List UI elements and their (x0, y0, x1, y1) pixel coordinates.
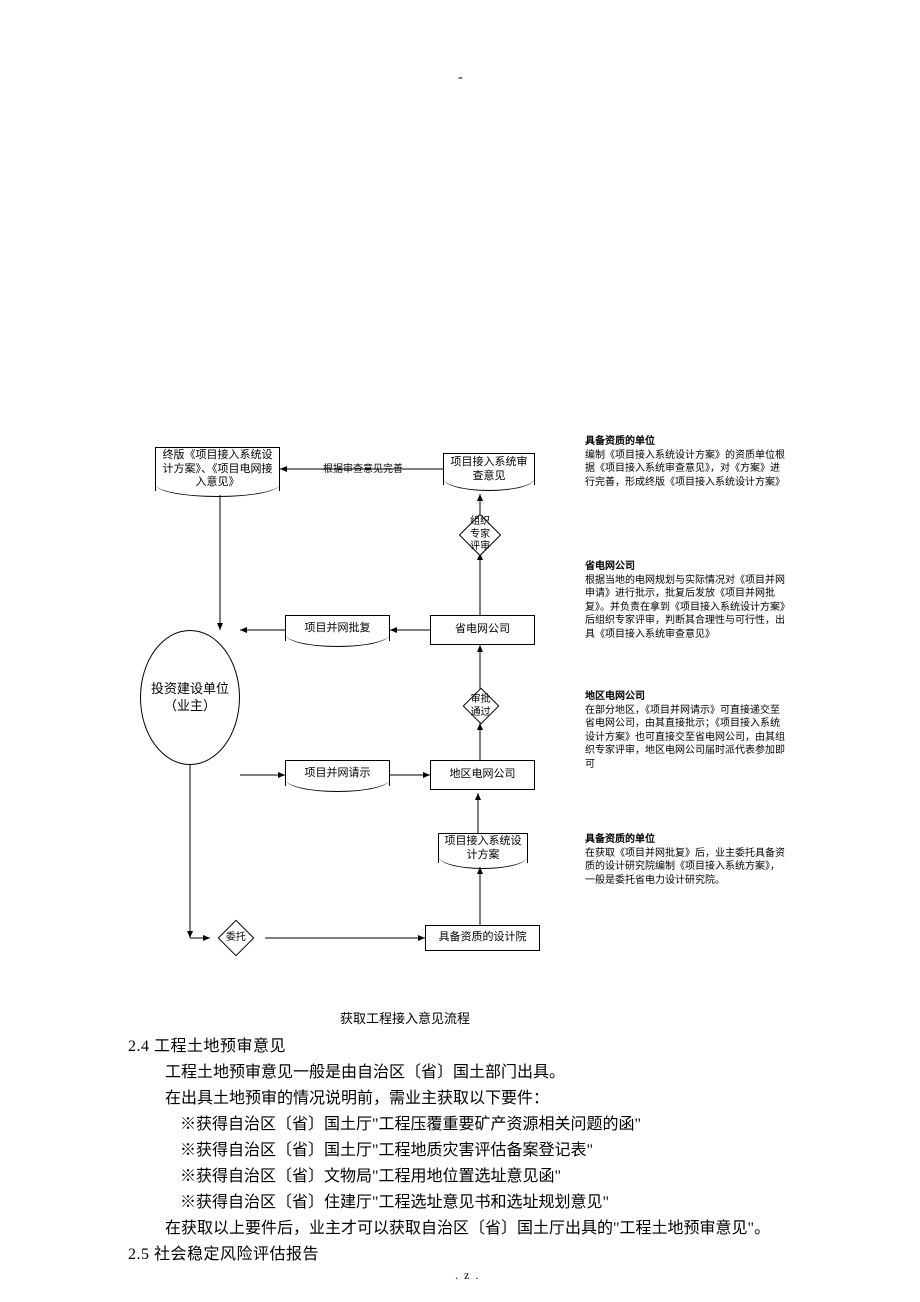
heading-2-5: 2.5 社会稳定风险评估报告 (128, 1242, 319, 1268)
node-approval: 项目并网批复 (285, 615, 390, 641)
annot-2: 省电网公司根据当地的电网规划与实际情况对《项目并网申请》进行批示，批复后发放《项… (585, 560, 785, 641)
label: 具备资质的设计院 (439, 931, 527, 945)
annot-3: 地区电网公司在部分地区，《项目并网请示》可直接递交至省电网公司，由其直接批示；《… (585, 690, 785, 771)
label: 项目接入系统设计方案 (441, 835, 525, 863)
node-review-opinion: 项目接入系统审查意见 (443, 453, 535, 485)
node-final-doc: 终版《项目接入系统设计方案》、《项目电网接入意见》 (155, 447, 280, 491)
label: 组织专家评审 (468, 516, 492, 554)
label: 项目接入系统审查意见 (446, 456, 532, 484)
page: - 终版《项目接入系统设计方案》、《项目电网接入意见》 项目接入系统审查意见 根… (0, 0, 920, 1302)
annot-body: 在获取《项目并网批复》后，业主委托具备资质的设计研究院编制《项目接入系统方案》，… (585, 848, 785, 886)
annot-body: 编制《项目接入系统设计方案》的资质单位根据《项目接入系统审查意见》，对《方案》进… (585, 450, 785, 488)
annot-body: 在部分地区，《项目并网请示》可直接递交至省电网公司，由其直接批示；《项目接入系统… (585, 705, 785, 770)
body-line: ※获得自治区〔省〕国土厅"工程地质灾害评估备案登记表" (180, 1138, 593, 1164)
body-line: 在获取以上要件后，业主才可以获取自治区〔省〕国土厅出具的"工程土地预审意见"。 (165, 1216, 770, 1242)
node-regional: 地区电网公司 (430, 760, 535, 790)
annot-title: 地区电网公司 (585, 690, 785, 704)
node-design-plan: 项目接入系统设计方案 (438, 833, 528, 863)
node-owner: 投资建设单位（业主） (140, 630, 240, 765)
flow-diagram: 终版《项目接入系统设计方案》、《项目电网接入意见》 项目接入系统审查意见 根据审… (125, 435, 805, 1005)
node-provincial: 省电网公司 (430, 615, 535, 645)
label: 审批通过 (471, 694, 491, 719)
body-line: 在出具土地预审的情况说明前，需业主获取以下要件： (165, 1086, 549, 1112)
body-line: ※获得自治区〔省〕住建厅"工程选址意见书和选址规划意见" (180, 1190, 609, 1216)
label: 委托 (226, 932, 246, 945)
diagram-caption: 获取工程接入意见流程 (125, 1008, 685, 1027)
label: 项目并网请示 (305, 767, 371, 781)
annot-title: 具备资质的单位 (585, 435, 785, 449)
edge-improve: 根据审查意见完善 (323, 460, 385, 475)
label: 项目并网批复 (305, 622, 371, 636)
annot-title: 具备资质的单位 (585, 833, 785, 847)
heading-2-4: 2.4 工程土地预审意见 (128, 1034, 286, 1060)
label: 地区电网公司 (450, 768, 516, 782)
body-line: ※获得自治区〔省〕文物局"工程用地位置选址意见函" (180, 1164, 561, 1190)
header-dash: - (458, 70, 463, 86)
annot-1: 具备资质的单位编制《项目接入系统设计方案》的资质单位根据《项目接入系统审查意见》… (585, 435, 785, 489)
node-request: 项目并网请示 (285, 760, 390, 786)
body-line: ※获得自治区〔省〕国土厅"工程压覆重要矿产资源相关问题的函" (180, 1112, 641, 1138)
label: 终版《项目接入系统设计方案》、《项目电网接入意见》 (158, 449, 277, 490)
node-design-inst: 具备资质的设计院 (425, 925, 540, 951)
annot-4: 具备资质的单位在获取《项目并网批复》后，业主委托具备资质的设计研究院编制《项目接… (585, 833, 785, 887)
body-line: 工程土地预审意见一般是由自治区〔省〕国土部门出具。 (165, 1060, 565, 1086)
footer: .z. (455, 1268, 484, 1283)
label: 投资建设单位（业主） (143, 681, 237, 714)
label: 省电网公司 (455, 623, 510, 637)
annot-body: 根据当地的电网规划与实际情况对《项目并网申请》进行批示，批复后发放《项目并网批复… (585, 575, 785, 640)
annot-title: 省电网公司 (585, 560, 785, 574)
